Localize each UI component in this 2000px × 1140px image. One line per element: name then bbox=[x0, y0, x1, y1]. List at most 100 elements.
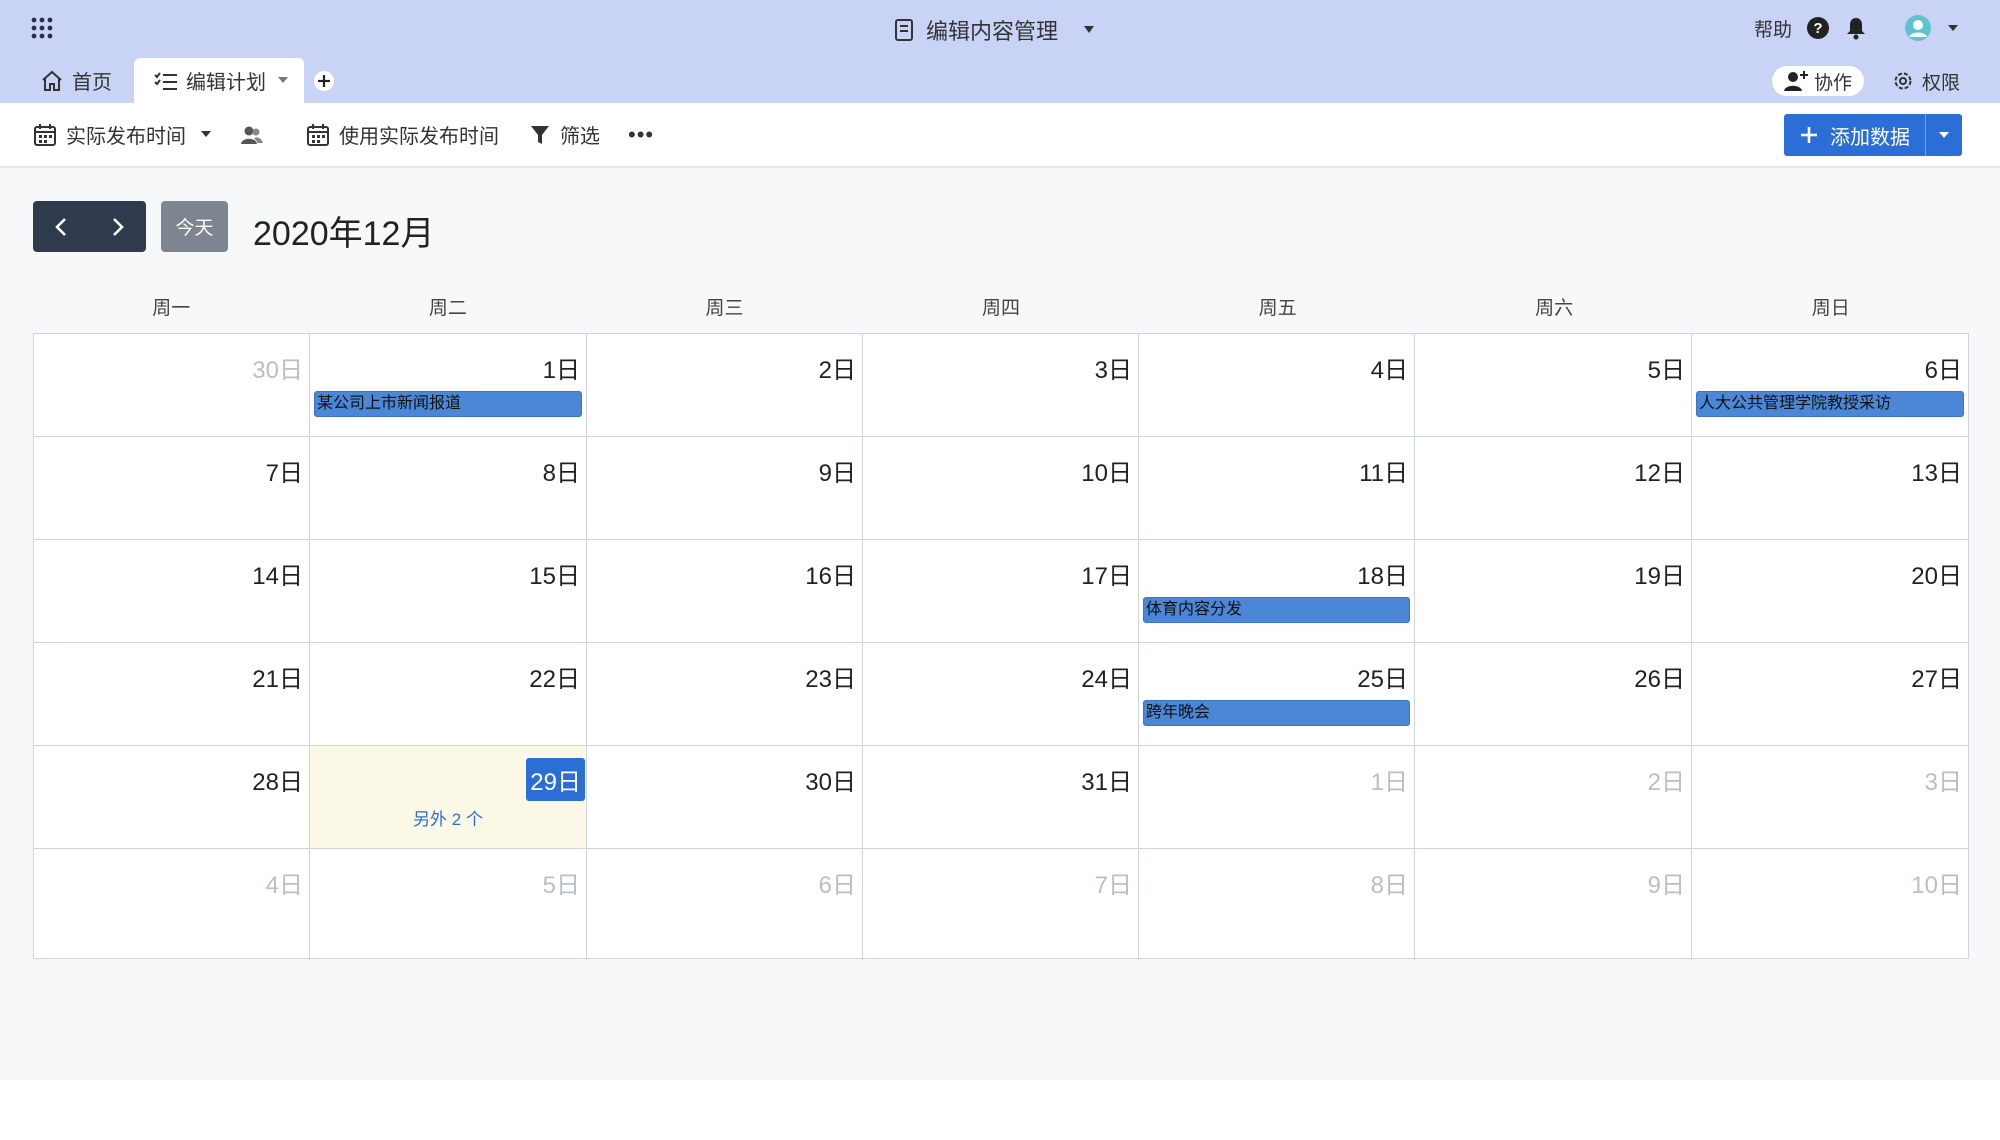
plus-circle-icon bbox=[314, 70, 334, 91]
caret-down-icon[interactable] bbox=[274, 75, 292, 87]
day-cell[interactable]: 3日 bbox=[863, 334, 1139, 437]
day-cell[interactable]: 30日 bbox=[34, 334, 310, 437]
day-cell[interactable]: 1日某公司上市新闻报道 bbox=[310, 334, 587, 437]
event-bar[interactable]: 某公司上市新闻报道 bbox=[314, 391, 582, 417]
day-cell[interactable]: 9日 bbox=[1415, 849, 1692, 960]
day-cell[interactable]: 22日 bbox=[310, 643, 587, 746]
day-cell[interactable]: 16日 bbox=[587, 540, 863, 643]
day-cell[interactable]: 20日 bbox=[1692, 540, 1968, 643]
day-cell[interactable]: 5日 bbox=[310, 849, 587, 960]
gear-icon bbox=[1894, 72, 1912, 90]
day-cell[interactable]: 14日 bbox=[34, 540, 310, 643]
day-cell[interactable]: 3日 bbox=[1692, 746, 1968, 849]
day-number: 17日 bbox=[1081, 563, 1132, 590]
day-cell[interactable]: 2日 bbox=[1415, 746, 1692, 849]
collaborate-label: 协作 bbox=[1813, 72, 1852, 94]
day-cell[interactable]: 13日 bbox=[1692, 437, 1968, 540]
day-cell[interactable]: 2日 bbox=[587, 334, 863, 437]
day-number: 10日 bbox=[1081, 460, 1132, 487]
event-bar[interactable]: 体育内容分发 bbox=[1143, 597, 1410, 623]
day-number: 26日 bbox=[1634, 666, 1685, 693]
view-toolbar: 实际发布时间 使用实际发布时间 筛选 ••• 添加数据 bbox=[0, 103, 2000, 168]
app-title-dropdown[interactable]: 编辑内容管理 bbox=[894, 12, 1100, 48]
day-cell[interactable]: 17日 bbox=[863, 540, 1139, 643]
day-number: 27日 bbox=[1911, 666, 1962, 693]
day-cell[interactable]: 11日 bbox=[1139, 437, 1415, 540]
weekday-label: 周二 bbox=[428, 298, 467, 319]
day-cell[interactable]: 8日 bbox=[310, 437, 587, 540]
day-cell[interactable]: 15日 bbox=[310, 540, 587, 643]
day-cell[interactable]: 25日 跨年晚会 bbox=[1139, 643, 1415, 746]
avatar-icon[interactable] bbox=[1904, 14, 1932, 42]
day-number: 16日 bbox=[805, 563, 856, 590]
use-date-button[interactable]: 使用实际发布时间 bbox=[307, 103, 499, 166]
add-record-button[interactable]: 添加数据 bbox=[1784, 114, 1962, 156]
day-cell[interactable]: 4日 bbox=[1139, 334, 1415, 437]
next-month-button[interactable] bbox=[90, 201, 147, 252]
day-cell[interactable]: 5日 bbox=[1415, 334, 1692, 437]
day-number: 10日 bbox=[1911, 872, 1962, 899]
day-cell[interactable]: 6日 人大公共管理学院教授采访 bbox=[1692, 334, 1968, 437]
day-cell[interactable]: 19日 bbox=[1415, 540, 1692, 643]
weekday-label: 周一 bbox=[152, 298, 191, 319]
add-record-dropdown[interactable] bbox=[1925, 114, 1962, 156]
filter-label: 筛选 bbox=[560, 126, 600, 148]
date-field-selector[interactable]: 实际发布时间 bbox=[34, 103, 216, 166]
day-cell[interactable]: 21日 bbox=[34, 643, 310, 746]
day-number: 1日 bbox=[542, 357, 580, 384]
day-number: 8日 bbox=[1370, 872, 1408, 899]
day-cell[interactable]: 23日 bbox=[587, 643, 863, 746]
more-events-link[interactable]: 另外 2 个 bbox=[310, 805, 586, 830]
event-bar[interactable]: 人大公共管理学院教授采访 bbox=[1696, 391, 1964, 417]
add-tab-button[interactable] bbox=[304, 58, 344, 103]
prev-month-button[interactable] bbox=[33, 201, 90, 252]
day-cell[interactable]: 7日 bbox=[34, 437, 310, 540]
app-title: 编辑内容管理 bbox=[926, 19, 1059, 44]
use-date-label: 使用实际发布时间 bbox=[339, 126, 499, 148]
day-cell[interactable]: 7日 bbox=[863, 849, 1139, 960]
weekday-label: 周六 bbox=[1535, 298, 1574, 319]
day-cell[interactable]: 10日 bbox=[863, 437, 1139, 540]
group-members-button[interactable] bbox=[240, 103, 264, 166]
more-dots-icon: ••• bbox=[628, 121, 655, 147]
collaborate-button[interactable]: 协作 bbox=[1771, 66, 1864, 96]
day-number: 11日 bbox=[1359, 460, 1408, 487]
day-cell[interactable]: 12日 bbox=[1415, 437, 1692, 540]
day-cell[interactable]: 24日 bbox=[863, 643, 1139, 746]
day-cell[interactable]: 30日 bbox=[587, 746, 863, 849]
day-number: 5日 bbox=[542, 872, 580, 899]
day-cell[interactable]: 18日 体育内容分发 bbox=[1139, 540, 1415, 643]
day-cell[interactable]: 4日 bbox=[34, 849, 310, 960]
day-number: 14日 bbox=[252, 563, 303, 590]
day-number: 6日 bbox=[818, 872, 856, 899]
add-user-icon bbox=[1783, 71, 1808, 91]
caret-down-icon[interactable] bbox=[1946, 23, 1960, 33]
today-button[interactable]: 今天 bbox=[161, 201, 228, 252]
day-cell[interactable]: 8日 bbox=[1139, 849, 1415, 960]
permissions-button[interactable]: 权限 bbox=[1892, 68, 1960, 95]
day-number: 24日 bbox=[1081, 666, 1132, 693]
add-record-main[interactable]: 添加数据 bbox=[1784, 121, 1925, 150]
day-cell[interactable]: 28日 bbox=[34, 746, 310, 849]
day-cell[interactable]: 31日 bbox=[863, 746, 1139, 849]
day-cell[interactable]: 1日 bbox=[1139, 746, 1415, 849]
filter-button[interactable]: 筛选 bbox=[530, 103, 600, 166]
event-bar[interactable]: 跨年晚会 bbox=[1143, 700, 1410, 726]
day-cell[interactable]: 9日 bbox=[587, 437, 863, 540]
bell-icon[interactable] bbox=[1844, 16, 1868, 40]
day-cell[interactable]: 27日 bbox=[1692, 643, 1968, 746]
day-number: 3日 bbox=[1094, 357, 1132, 384]
day-cell[interactable]: 10日 bbox=[1692, 849, 1968, 960]
day-number: 2日 bbox=[1647, 769, 1685, 796]
day-cell[interactable]: 26日 bbox=[1415, 643, 1692, 746]
day-number: 13日 bbox=[1911, 460, 1962, 487]
day-cell[interactable]: 6日 bbox=[587, 849, 863, 960]
apps-grid-icon[interactable] bbox=[30, 16, 54, 40]
tab-edit-plan[interactable]: 编辑计划 bbox=[134, 58, 304, 103]
help-icon[interactable]: ? bbox=[1806, 16, 1830, 40]
more-options-button[interactable]: ••• bbox=[628, 103, 654, 166]
help-label[interactable]: 帮助 bbox=[1754, 15, 1792, 42]
day-cell[interactable]: 29日 另外 2 个 bbox=[310, 746, 587, 849]
day-number: 20日 bbox=[1911, 563, 1962, 590]
tab-home[interactable]: 首页 bbox=[0, 58, 134, 103]
